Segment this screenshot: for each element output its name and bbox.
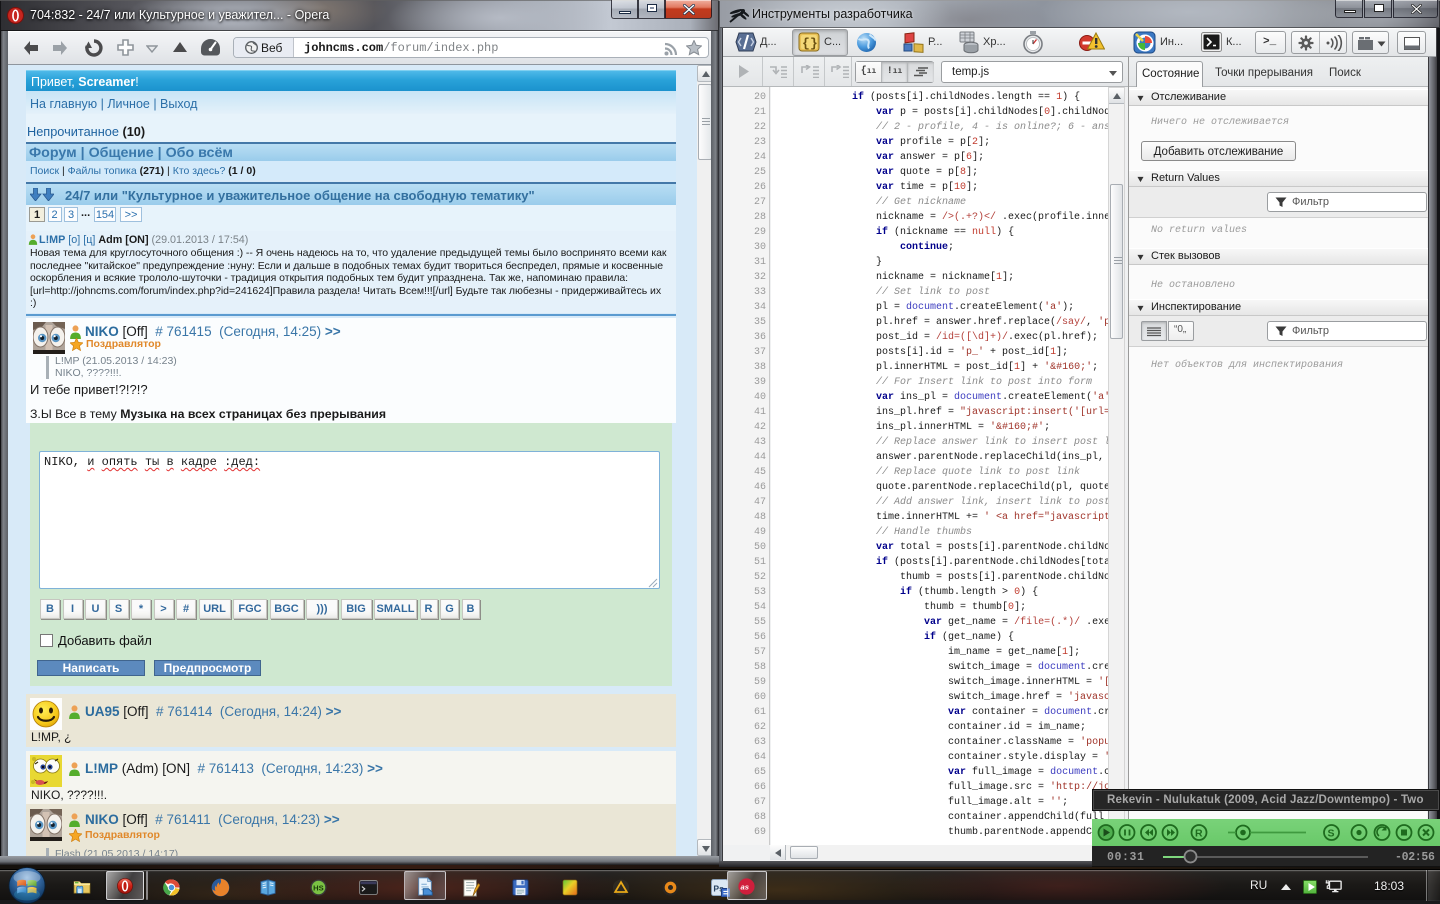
svg-text:}: } xyxy=(810,36,818,51)
svg-text:HS: HS xyxy=(313,884,324,893)
svg-text:S: S xyxy=(1328,828,1335,840)
svg-text:R: R xyxy=(1195,828,1203,840)
svg-text:as: as xyxy=(741,882,750,891)
svg-text:{: { xyxy=(802,36,810,51)
